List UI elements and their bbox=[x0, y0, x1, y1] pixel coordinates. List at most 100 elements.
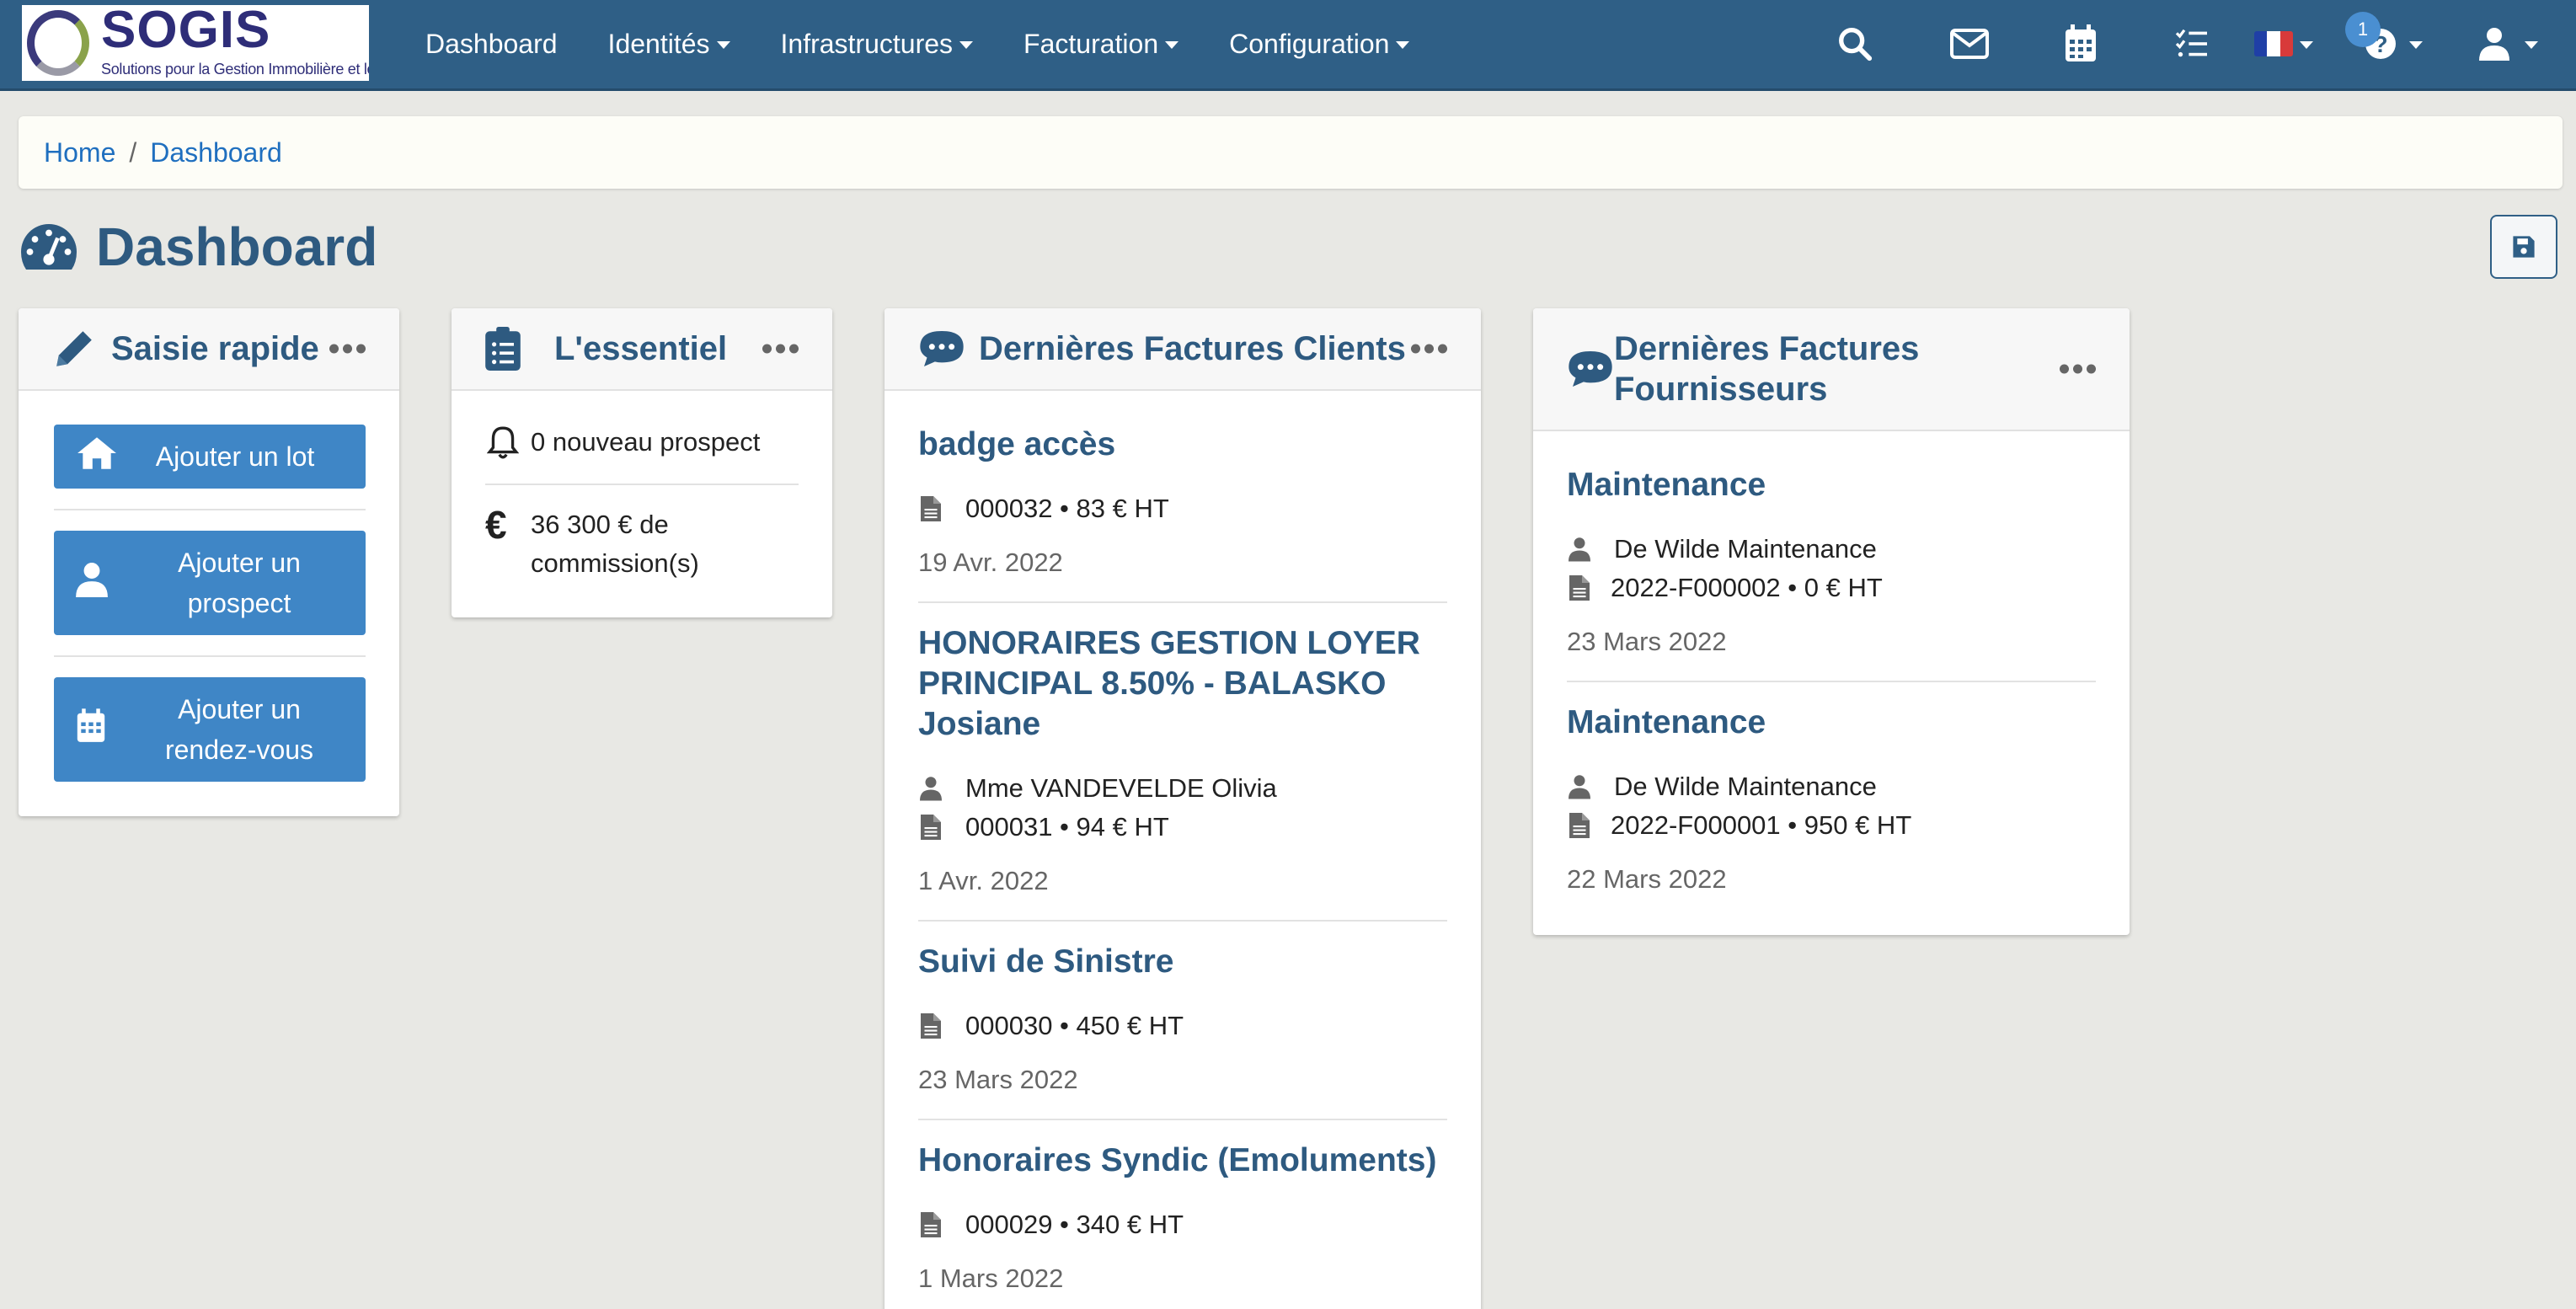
comments-icon bbox=[920, 331, 964, 366]
invoice-title-link[interactable]: Honoraires Syndic (Emoluments) bbox=[918, 1141, 1457, 1181]
menu-dashboard[interactable]: Dashboard bbox=[425, 29, 558, 60]
main-menu: Dashboard Identités Infrastructures Fact… bbox=[425, 0, 1460, 88]
caret-down-icon bbox=[716, 41, 730, 49]
add-appointment-button[interactable]: Ajouter un rendez-vous bbox=[54, 677, 366, 782]
search-icon[interactable] bbox=[1831, 20, 1879, 67]
tasks-icon[interactable] bbox=[2168, 20, 2215, 67]
invoice-date: 22 Mars 2022 bbox=[1567, 864, 1727, 894]
euro-icon: € bbox=[485, 503, 507, 547]
user-menu[interactable] bbox=[2466, 20, 2551, 67]
divider bbox=[54, 509, 366, 510]
caret-down-icon bbox=[2525, 40, 2538, 49]
menu-identites[interactable]: Identités bbox=[608, 29, 730, 60]
divider bbox=[1567, 681, 2096, 682]
menu-facturation[interactable]: Facturation bbox=[1023, 29, 1179, 60]
menu-configuration[interactable]: Configuration bbox=[1229, 29, 1410, 60]
calendar-icon[interactable] bbox=[2057, 20, 2104, 67]
french-flag-icon bbox=[2254, 31, 2293, 56]
bell-icon bbox=[485, 425, 521, 460]
invoice-title-link[interactable]: Maintenance bbox=[1567, 703, 2106, 743]
sogis-logo[interactable]: SOGIS Solutions pour la Gestion Immobili… bbox=[22, 5, 369, 81]
invoice-number: 000032 • 83 € HT bbox=[918, 494, 1169, 524]
invoice-date: 23 Mars 2022 bbox=[1567, 627, 1727, 656]
invoice-number: 000031 • 94 € HT bbox=[918, 812, 1169, 842]
divider bbox=[485, 484, 799, 485]
page-title: Dashboard bbox=[19, 216, 377, 278]
language-selector[interactable] bbox=[2246, 20, 2322, 67]
card-title: Dernières Factures Fournisseurs bbox=[1614, 330, 1920, 408]
invoice-title-link[interactable]: HONORAIRES GESTION LOYER PRINCIPAL 8.50%… bbox=[918, 623, 1457, 745]
card-title: Dernières Factures Clients bbox=[979, 330, 1406, 367]
more-options-icon[interactable] bbox=[758, 344, 799, 354]
user-icon bbox=[918, 776, 943, 801]
invoice-date: 1 Avr. 2022 bbox=[918, 866, 1049, 895]
add-lot-button[interactable]: Ajouter un lot bbox=[54, 425, 366, 489]
invoice-date: 23 Mars 2022 bbox=[918, 1065, 1078, 1094]
save-icon bbox=[2513, 236, 2535, 258]
card-title: L'essentiel bbox=[554, 330, 728, 367]
caret-down-icon bbox=[959, 41, 974, 49]
file-icon bbox=[918, 1212, 943, 1237]
commission-text: 36 300 € de commission(s) bbox=[531, 510, 699, 578]
clipboard-list-icon bbox=[485, 327, 521, 371]
divider bbox=[918, 920, 1447, 922]
new-prospect-info[interactable]: 0 nouveau prospect bbox=[485, 425, 760, 460]
pencil-icon bbox=[56, 331, 92, 366]
divider bbox=[918, 1119, 1447, 1120]
save-layout-button[interactable] bbox=[2490, 215, 2557, 279]
supplier-invoices-card: Dernières Factures Fournisseurs Maintena… bbox=[1533, 308, 2130, 935]
caret-down-icon bbox=[2300, 40, 2313, 49]
invoice-date: 1 Mars 2022 bbox=[918, 1264, 1064, 1293]
more-options-icon[interactable] bbox=[1407, 344, 1447, 354]
comments-icon bbox=[1569, 351, 1612, 387]
new-prospect-text: 0 nouveau prospect bbox=[531, 427, 761, 457]
divider bbox=[918, 601, 1447, 603]
breadcrumb: Home / Dashboard bbox=[19, 116, 2563, 189]
home-icon bbox=[76, 435, 118, 478]
client-invoices-card: Dernières Factures Clients badge accès 0… bbox=[884, 308, 1481, 1309]
tachometer-icon bbox=[21, 224, 77, 270]
invoice-number: 2022-F000002 • 0 € HT bbox=[1567, 573, 1883, 603]
caret-down-icon bbox=[1396, 41, 1410, 49]
logo-subtitle: Solutions pour la Gestion Immobilière et… bbox=[101, 61, 369, 77]
card-header: L'essentiel bbox=[452, 308, 832, 391]
user-icon bbox=[1567, 537, 1592, 562]
logo-text: SOGIS bbox=[101, 5, 271, 59]
user-icon bbox=[2479, 28, 2509, 61]
notification-badge: 1 bbox=[2345, 12, 2381, 47]
caret-down-icon bbox=[1165, 41, 1179, 49]
invoice-number: 000030 • 450 € HT bbox=[918, 1011, 1184, 1041]
invoice-supplier: De Wilde Maintenance bbox=[1567, 534, 1877, 564]
add-prospect-button[interactable]: Ajouter un prospect bbox=[54, 531, 366, 635]
invoice-number: 000029 • 340 € HT bbox=[918, 1210, 1184, 1240]
invoice-title-link[interactable]: Maintenance bbox=[1567, 465, 2106, 505]
logo-ring-icon bbox=[27, 10, 89, 76]
breadcrumb-dashboard-link[interactable]: Dashboard bbox=[150, 137, 282, 168]
menu-infrastructures[interactable]: Infrastructures bbox=[781, 29, 974, 60]
dashboard-heading: Dashboard bbox=[96, 216, 378, 277]
invoice-title-link[interactable]: badge accès bbox=[918, 425, 1457, 465]
card-header: Dernières Factures Fournisseurs bbox=[1533, 308, 2130, 431]
user-icon bbox=[76, 562, 108, 604]
saisie-rapide-card: Saisie rapide Ajouter un lot Ajouter un … bbox=[19, 308, 399, 816]
card-title: Saisie rapide bbox=[111, 330, 319, 367]
invoice-title-link[interactable]: Suivi de Sinistre bbox=[918, 942, 1457, 982]
essentiel-card: L'essentiel 0 nouveau prospect € 36 300 … bbox=[452, 308, 832, 617]
envelope-icon[interactable] bbox=[1946, 20, 1993, 67]
divider bbox=[54, 655, 366, 657]
invoice-number: 2022-F000001 • 950 € HT bbox=[1567, 810, 1911, 841]
more-options-icon[interactable] bbox=[325, 344, 366, 354]
more-options-icon[interactable] bbox=[2055, 364, 2096, 374]
file-icon bbox=[1567, 575, 1592, 601]
caret-down-icon bbox=[2409, 40, 2423, 49]
invoice-client: Mme VANDEVELDE Olivia bbox=[918, 773, 1277, 804]
breadcrumb-home-link[interactable]: Home bbox=[44, 137, 115, 168]
calendar-icon bbox=[76, 708, 106, 751]
card-header: Dernières Factures Clients bbox=[884, 308, 1481, 391]
file-icon bbox=[918, 496, 943, 521]
card-header: Saisie rapide bbox=[19, 308, 399, 391]
user-icon bbox=[1567, 774, 1592, 799]
file-icon bbox=[918, 1013, 943, 1039]
top-navbar: SOGIS Solutions pour la Gestion Immobili… bbox=[0, 0, 2576, 91]
commission-info[interactable]: € 36 300 € de commission(s) bbox=[485, 505, 799, 583]
